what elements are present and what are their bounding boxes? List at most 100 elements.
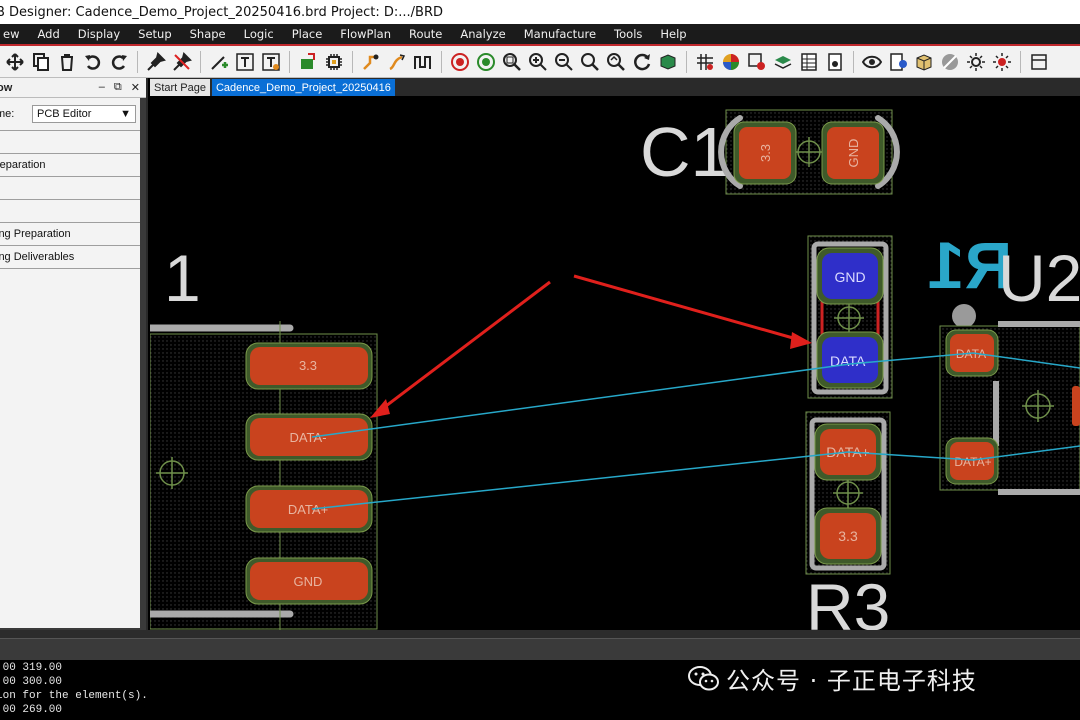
console-line: .00 319.00 bbox=[0, 662, 63, 674]
window-title: B Designer: Cadence_Demo_Project_2025041… bbox=[0, 4, 444, 20]
pad-label: DATA- bbox=[289, 430, 326, 445]
pad-label: GND bbox=[294, 574, 323, 589]
zoom-out-icon[interactable] bbox=[553, 51, 575, 73]
menu-add[interactable]: Add bbox=[28, 27, 68, 41]
flow-item[interactable] bbox=[0, 268, 140, 291]
tab-project[interactable]: Cadence_Demo_Project_20250416 bbox=[211, 79, 395, 96]
redo-icon[interactable] bbox=[108, 51, 130, 73]
flow-item[interactable]: ing Deliverables bbox=[0, 245, 140, 268]
shadow-icon[interactable] bbox=[746, 51, 768, 73]
flow-item[interactable]: reparation bbox=[0, 153, 140, 176]
flow-item[interactable]: ing Preparation bbox=[0, 222, 140, 245]
menu-place[interactable]: Place bbox=[283, 27, 332, 41]
pad[interactable]: GND bbox=[821, 121, 885, 185]
component-u2[interactable]: DATA- DATA+ bbox=[939, 321, 1080, 495]
zoom-in-icon[interactable] bbox=[527, 51, 549, 73]
grid-icon[interactable] bbox=[694, 51, 716, 73]
settings-icon[interactable] bbox=[824, 51, 846, 73]
chip-icon[interactable] bbox=[323, 51, 345, 73]
pad[interactable]: 3.3 bbox=[814, 507, 882, 565]
pad-selected[interactable]: DATA- bbox=[816, 331, 884, 389]
dim-icon[interactable] bbox=[991, 51, 1013, 73]
close-icon[interactable]: ✕ bbox=[131, 81, 140, 94]
menu-manufacture[interactable]: Manufacture bbox=[515, 27, 605, 41]
redraw-icon[interactable] bbox=[631, 51, 653, 73]
tab-start-page[interactable]: Start Page bbox=[150, 79, 210, 96]
refdes-c1: C1 bbox=[640, 113, 729, 191]
scheme-value: PCB Editor bbox=[37, 108, 92, 120]
flow-item[interactable] bbox=[0, 130, 140, 153]
toolbar-separator bbox=[200, 50, 201, 73]
menu-flowplan[interactable]: FlowPlan bbox=[331, 27, 400, 41]
pad-label: GND bbox=[846, 139, 861, 168]
toolbar-separator bbox=[441, 50, 442, 73]
pad-label: 3.3 bbox=[299, 358, 317, 373]
layers-icon[interactable] bbox=[772, 51, 794, 73]
main-toolbar bbox=[0, 46, 1080, 78]
window-title-bar: B Designer: Cadence_Demo_Project_2025041… bbox=[0, 0, 1080, 24]
pad[interactable]: 3.3 bbox=[245, 342, 373, 390]
menu-shape[interactable]: Shape bbox=[181, 27, 235, 41]
menu-help[interactable]: Help bbox=[651, 27, 695, 41]
unpin-icon[interactable] bbox=[171, 51, 193, 73]
horizontal-scrollbar[interactable] bbox=[0, 630, 1080, 638]
menu-setup[interactable]: Setup bbox=[129, 27, 180, 41]
3d-view-icon[interactable] bbox=[657, 51, 679, 73]
pad-label: GND bbox=[834, 269, 865, 285]
zoom-world-icon[interactable] bbox=[579, 51, 601, 73]
watermark: 公众号 · 子正电子科技 bbox=[688, 661, 977, 696]
shape-fill-icon[interactable] bbox=[939, 51, 961, 73]
add-line-icon[interactable] bbox=[208, 51, 230, 73]
property-icon[interactable] bbox=[887, 51, 909, 73]
component-r1[interactable]: GND DATA- bbox=[807, 235, 893, 399]
pin-icon[interactable] bbox=[145, 51, 167, 73]
menu-route[interactable]: Route bbox=[400, 27, 451, 41]
pad-selected[interactable]: GND bbox=[816, 247, 884, 305]
console-splitter[interactable] bbox=[0, 638, 1080, 660]
float-icon[interactable]: ⧉ bbox=[114, 81, 122, 94]
menu-display[interactable]: Display bbox=[69, 27, 129, 41]
minimize-icon[interactable]: – bbox=[99, 81, 105, 94]
add-text-icon[interactable] bbox=[234, 51, 256, 73]
zoom-fit-icon[interactable] bbox=[501, 51, 523, 73]
pad[interactable]: DATA+ bbox=[245, 485, 373, 533]
copy-icon[interactable] bbox=[30, 51, 52, 73]
console-line: ion for the element(s). bbox=[0, 690, 148, 702]
delete-icon[interactable] bbox=[56, 51, 78, 73]
light-icon[interactable] bbox=[965, 51, 987, 73]
spreadsheet-icon[interactable] bbox=[798, 51, 820, 73]
menu-analyze[interactable]: Analyze bbox=[451, 27, 514, 41]
watermark-text: 公众号 · 子正电子科技 bbox=[726, 667, 977, 695]
pad[interactable]: DATA+ bbox=[945, 437, 999, 485]
move-icon[interactable] bbox=[4, 51, 26, 73]
visibility-icon[interactable] bbox=[861, 51, 883, 73]
pad[interactable]: 3.3 bbox=[733, 121, 797, 185]
panel-icon[interactable] bbox=[1028, 51, 1050, 73]
component-j1[interactable]: 3.3 DATA- DATA+ GND bbox=[150, 321, 378, 630]
pad[interactable]: GND bbox=[245, 557, 373, 605]
component-r3[interactable]: DATA+ 3.3 bbox=[805, 411, 891, 575]
flow-item[interactable] bbox=[0, 176, 140, 199]
toolbar-separator bbox=[686, 50, 687, 73]
color-icon[interactable] bbox=[720, 51, 742, 73]
wechat-icon bbox=[688, 665, 719, 690]
place-component-icon[interactable] bbox=[297, 51, 319, 73]
menu-view[interactable]: ew bbox=[0, 27, 28, 41]
delay-tune-icon[interactable] bbox=[412, 51, 434, 73]
add-connect-icon[interactable] bbox=[360, 51, 382, 73]
flow-item[interactable]: t bbox=[0, 199, 140, 222]
zoom-prev-icon[interactable] bbox=[605, 51, 627, 73]
undo-icon[interactable] bbox=[82, 51, 104, 73]
menu-tools[interactable]: Tools bbox=[605, 27, 651, 41]
menu-logic[interactable]: Logic bbox=[235, 27, 283, 41]
slide-icon[interactable] bbox=[386, 51, 408, 73]
scheme-select[interactable]: PCB Editor ▼ bbox=[32, 105, 136, 123]
shape-icon[interactable] bbox=[475, 51, 497, 73]
drc-update-icon[interactable] bbox=[449, 51, 471, 73]
pad[interactable]: DATA- bbox=[245, 413, 373, 461]
panel-body: me: PCB Editor ▼ reparation t ing Prepar… bbox=[0, 98, 140, 628]
component-c1[interactable]: 3.3 GND bbox=[718, 109, 900, 195]
pcb-canvas[interactable]: 3.3 DATA- DATA+ GND 1 C1 3.3 GND GND DAT… bbox=[150, 96, 1080, 630]
edit-text-icon[interactable] bbox=[260, 51, 282, 73]
package-icon[interactable] bbox=[913, 51, 935, 73]
